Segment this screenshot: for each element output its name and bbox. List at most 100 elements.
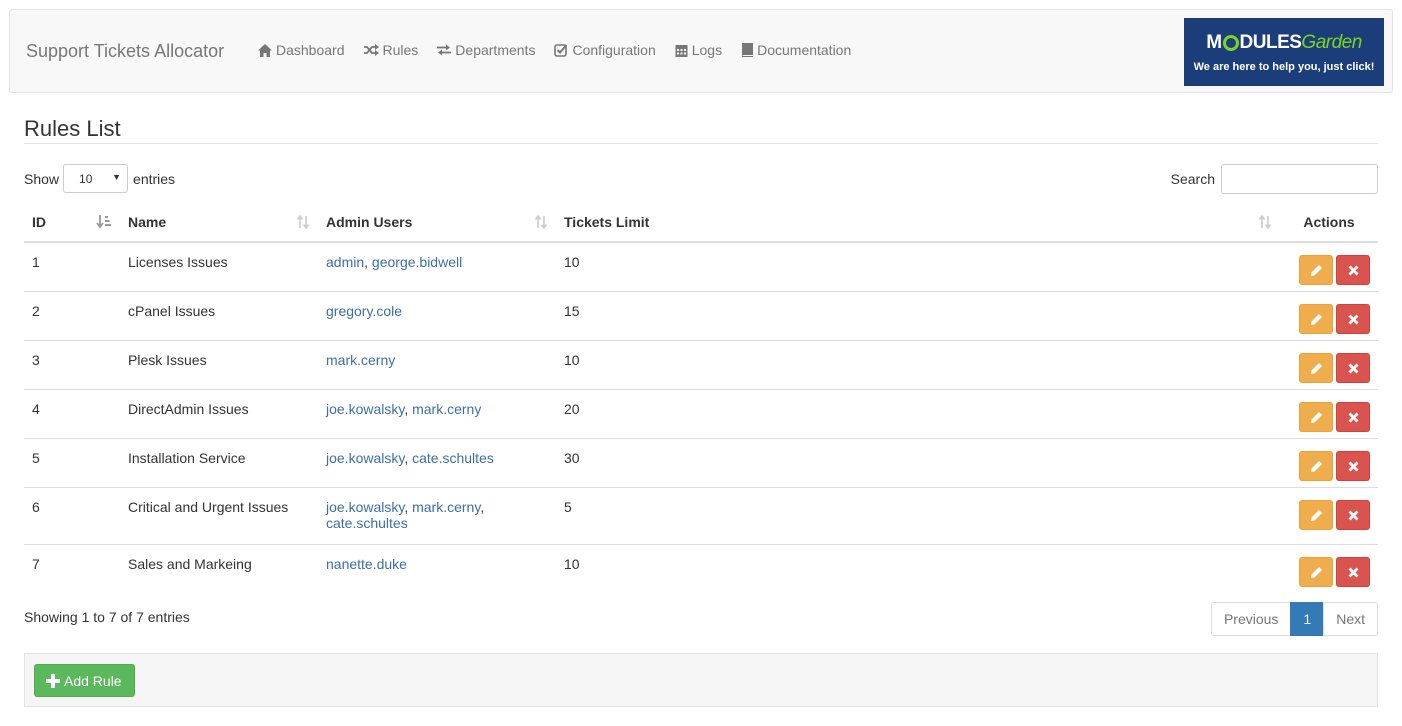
- cell-tickets-limit: 15: [556, 290, 1280, 340]
- next-page-button[interactable]: Next: [1323, 602, 1378, 636]
- top-navbar: Support Tickets Allocator Dashboard Rule…: [9, 9, 1393, 93]
- logo-wordmark: M DULES Garden: [1206, 32, 1362, 53]
- cell-tickets-limit: 5: [556, 486, 1280, 544]
- delete-rule-button[interactable]: [1336, 352, 1370, 383]
- nav-rules[interactable]: Rules: [363, 42, 418, 58]
- nav-configuration[interactable]: Configuration: [554, 42, 656, 58]
- admin-separator: ,: [480, 498, 485, 515]
- add-rule-button[interactable]: Add Rule: [34, 664, 135, 697]
- edit-rule-button[interactable]: [1299, 352, 1333, 383]
- nav-configuration-label: Configuration: [572, 42, 656, 58]
- cell-id: 4: [24, 388, 120, 438]
- pencil-icon: [1311, 411, 1322, 423]
- close-icon: [1348, 567, 1359, 577]
- delete-rule-button[interactable]: [1336, 450, 1370, 481]
- edit-rule-button[interactable]: [1299, 450, 1333, 481]
- admin-user-link[interactable]: cate.schultes: [326, 515, 408, 531]
- sort-asc-active-icon: [96, 215, 111, 229]
- column-name[interactable]: Name: [120, 203, 318, 243]
- cell-actions: [1280, 242, 1378, 291]
- column-admin-users[interactable]: Admin Users: [318, 203, 556, 243]
- home-icon: [258, 43, 272, 57]
- search-input[interactable]: [1221, 164, 1378, 194]
- page-length-select[interactable]: 10 ▼: [63, 164, 129, 193]
- admin-separator: ,: [404, 400, 413, 417]
- admin-user-link[interactable]: mark.cerny: [326, 352, 395, 368]
- search-label: Search: [1170, 171, 1215, 187]
- cell-id: 7: [24, 543, 120, 593]
- close-icon: [1348, 363, 1359, 373]
- nav-logs-label: Logs: [691, 42, 723, 58]
- pagination: Previous 1 Next: [1210, 602, 1378, 636]
- table-row: 5 Installation Service joe.kowalsky, cate.…: [24, 437, 1378, 487]
- page-1-button[interactable]: 1: [1290, 602, 1325, 636]
- edit-rule-button[interactable]: [1299, 499, 1333, 530]
- sort-both-icon: [1258, 215, 1272, 229]
- delete-rule-button[interactable]: [1336, 303, 1370, 334]
- admin-user-link[interactable]: joe.kowalsky: [326, 450, 404, 466]
- admin-separator: ,: [364, 254, 372, 270]
- cell-actions: [1280, 339, 1378, 389]
- cell-name: Licenses Issues: [128, 254, 228, 270]
- check-square-icon: [554, 44, 568, 57]
- page-title: Rules List: [24, 116, 121, 141]
- page-length-control: Show 10 ▼ entries: [24, 164, 175, 193]
- table-row: 3 Plesk Issues mark.cerny 10: [24, 339, 1378, 389]
- nav-departments[interactable]: Departments: [437, 42, 535, 58]
- delete-rule-button[interactable]: [1336, 499, 1370, 530]
- close-icon: [1348, 265, 1359, 276]
- close-icon: [1348, 461, 1359, 471]
- delete-rule-button[interactable]: [1336, 255, 1370, 285]
- cell-id: 5: [24, 437, 120, 487]
- table-row: 1 Licenses Issues admin, george.bidwell 10: [24, 242, 1378, 291]
- edit-rule-button[interactable]: [1299, 556, 1333, 587]
- table-row: 7 Sales and Markeing nanette.duke 10: [24, 543, 1378, 593]
- nav-dashboard[interactable]: Dashboard: [258, 42, 345, 58]
- admin-user-link[interactable]: gregory.cole: [326, 303, 402, 319]
- admin-separator: ,: [404, 498, 413, 515]
- admin-user-link[interactable]: joe.kowalsky: [326, 401, 404, 417]
- column-tickets-limit[interactable]: Tickets Limit: [556, 203, 1280, 243]
- cell-id: 3: [24, 339, 120, 389]
- cell-tickets-limit: 20: [556, 388, 1280, 438]
- cell-name: Installation Service: [120, 437, 318, 487]
- pencil-icon: [1311, 566, 1322, 578]
- delete-rule-button[interactable]: [1336, 556, 1370, 587]
- close-icon: [1348, 412, 1359, 422]
- admin-separator: ,: [404, 449, 413, 466]
- previous-page-button[interactable]: Previous: [1210, 602, 1292, 636]
- edit-rule-button[interactable]: [1299, 401, 1333, 432]
- edit-rule-button[interactable]: [1299, 303, 1333, 334]
- cell-actions: [1280, 486, 1378, 544]
- pencil-icon: [1311, 313, 1322, 325]
- admin-user-link[interactable]: mark.cerny: [412, 499, 480, 515]
- admin-user-link[interactable]: nanette.duke: [326, 556, 407, 572]
- admin-user-link[interactable]: george.bidwell: [372, 254, 462, 270]
- sort-both-icon: [534, 215, 548, 229]
- nav-logs[interactable]: Logs: [675, 42, 722, 58]
- admin-user-link[interactable]: admin: [326, 254, 364, 270]
- table-header-row: ID Name Admin Users Tickets Limit Action…: [24, 203, 1378, 243]
- delete-rule-button[interactable]: [1336, 401, 1370, 432]
- app-brand[interactable]: Support Tickets Allocator: [26, 41, 224, 62]
- cell-admin-users: joe.kowalsky, cate.schultes: [318, 437, 556, 487]
- nav-documentation[interactable]: Documentation: [741, 42, 851, 58]
- column-actions: Actions: [1280, 203, 1378, 243]
- nav-documentation-label: Documentation: [757, 42, 852, 58]
- shuffle-icon: [363, 44, 379, 56]
- cell-name: Sales and Markeing: [120, 543, 318, 593]
- column-id[interactable]: ID: [24, 203, 120, 243]
- cell-admin-users: mark.cerny: [318, 339, 556, 389]
- edit-rule-button[interactable]: [1299, 255, 1333, 285]
- table-row: 2 cPanel Issues gregory.cole 15: [24, 290, 1378, 340]
- search-control: Search: [1171, 164, 1378, 194]
- entries-label: entries: [133, 170, 176, 187]
- admin-user-link[interactable]: mark.cerny: [412, 401, 481, 417]
- admin-user-link[interactable]: cate.schultes: [412, 450, 494, 466]
- cell-actions: [1280, 290, 1378, 340]
- cell-actions: [1280, 437, 1378, 487]
- admin-user-link[interactable]: joe.kowalsky: [326, 499, 404, 515]
- cell-name: DirectAdmin Issues: [120, 388, 318, 438]
- modulesgarden-logo[interactable]: M DULES Garden We are here to help you, …: [1184, 18, 1384, 86]
- cell-id: 1: [32, 254, 40, 270]
